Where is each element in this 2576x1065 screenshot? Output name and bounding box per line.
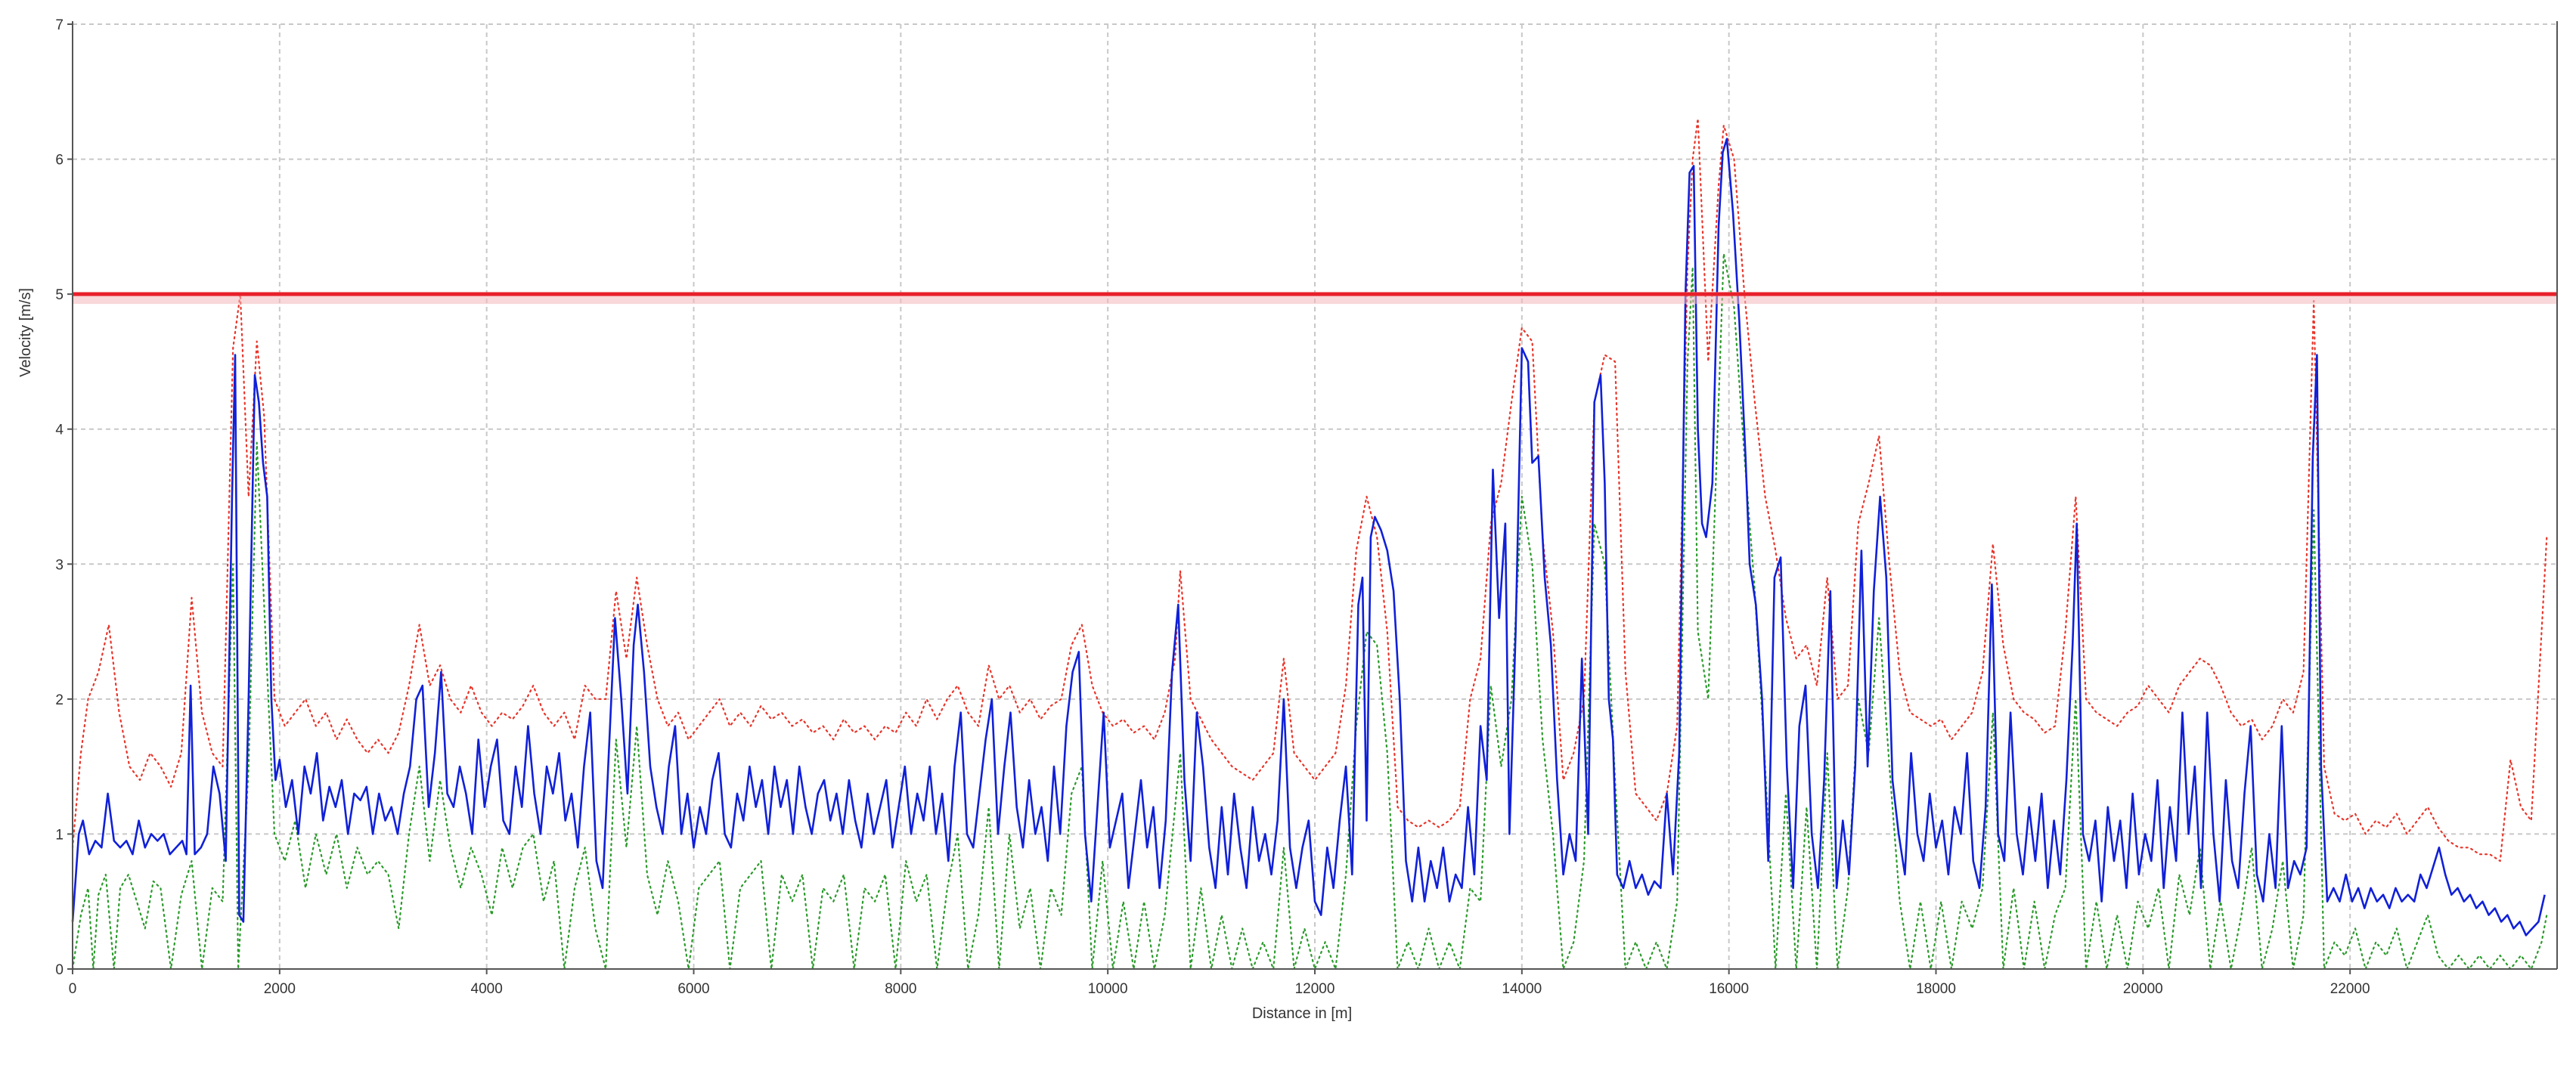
x-tick-label: 18000 <box>1916 981 1956 997</box>
y-tick-label: 0 <box>55 962 64 978</box>
y-tick-label: 2 <box>55 692 64 708</box>
y-tick-label: 5 <box>55 287 64 303</box>
threshold-layer <box>73 292 2557 305</box>
x-tick-label: 8000 <box>885 981 916 997</box>
x-tick-label: 4000 <box>471 981 503 997</box>
y-tick-label: 3 <box>55 557 64 573</box>
y-tick-label: 6 <box>55 153 64 169</box>
velocity-chart: 0 2000 4000 6000 8000 10000 12000 14000 16000 180… <box>0 0 2576 1065</box>
x-tick-label: 0 <box>69 981 77 997</box>
grid <box>73 23 2557 969</box>
x-tick-label: 20000 <box>2123 981 2163 997</box>
x-tick-label: 16000 <box>1709 981 1749 997</box>
x-tick-label: 22000 <box>2330 981 2370 997</box>
y-tick-label: 4 <box>55 423 64 438</box>
series-upper-line <box>71 117 2548 862</box>
x-axis-title: Distance in [m] <box>1252 1005 1352 1022</box>
x-tick-label: 6000 <box>677 981 709 997</box>
x-tick-label: 10000 <box>1088 981 1128 997</box>
series-layer <box>71 117 2548 971</box>
series-velocity-line <box>71 138 2546 937</box>
x-tick-label: 12000 <box>1295 981 1335 997</box>
x-tick-label: 14000 <box>1502 981 1542 997</box>
y-axis-title: Velocity [m/s] <box>17 288 34 377</box>
x-tick-label: 2000 <box>264 981 296 997</box>
y-tick-label: 7 <box>55 17 64 33</box>
y-tick-label: 1 <box>55 827 64 843</box>
tick-labels: 0 2000 4000 6000 8000 10000 12000 14000 16000 180… <box>55 17 2370 997</box>
chart-svg: 0 2000 4000 6000 8000 10000 12000 14000 16000 180… <box>17 17 2558 1022</box>
